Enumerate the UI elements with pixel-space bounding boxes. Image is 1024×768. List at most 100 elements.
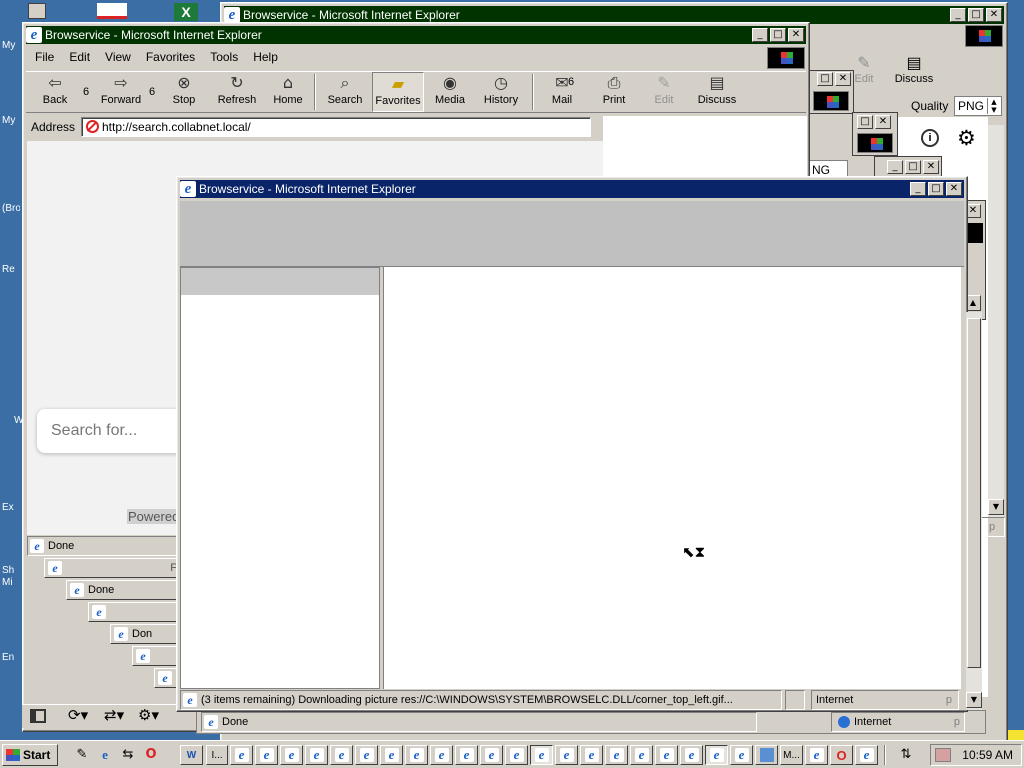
- gear-icon[interactable]: ⚙: [957, 126, 976, 150]
- close-button[interactable]: ✕: [923, 160, 939, 174]
- menu-edit[interactable]: Edit: [69, 50, 90, 64]
- task-button[interactable]: e: [380, 745, 403, 765]
- task-button-ie[interactable]: I...: [206, 745, 228, 765]
- cascade-window[interactable]: e Done: [66, 580, 184, 600]
- minimize-button[interactable]: _: [910, 182, 926, 196]
- back-history-count[interactable]: 6: [83, 86, 89, 98]
- favorites-button[interactable]: ▰ Favorites: [372, 72, 424, 112]
- task-button[interactable]: e: [805, 745, 828, 765]
- maximize-button[interactable]: □: [857, 115, 873, 129]
- task-button[interactable]: [755, 745, 778, 765]
- task-button[interactable]: e: [730, 745, 753, 765]
- task-button-m[interactable]: M...: [780, 745, 803, 765]
- media-button[interactable]: ◉ Media: [432, 72, 468, 112]
- vertical-scrollbar[interactable]: ▼: [966, 312, 982, 710]
- forward-button[interactable]: ⇨ Forward: [96, 72, 146, 112]
- search-button[interactable]: ⌕ Search: [324, 72, 366, 112]
- front-browser-window[interactable]: e Browservice - Microsoft Internet Explo…: [176, 176, 968, 712]
- desktop-icon-label[interactable]: Re: [2, 264, 20, 275]
- start-button[interactable]: Start: [2, 744, 58, 766]
- task-button[interactable]: e: [355, 745, 378, 765]
- tray-icon[interactable]: [935, 748, 951, 762]
- excel-icon[interactable]: X: [174, 3, 198, 21]
- show-desktop-icon[interactable]: ✎: [74, 747, 90, 763]
- desktop-icon-label[interactable]: My: [2, 40, 20, 51]
- menu-favorites[interactable]: Favorites: [146, 50, 195, 64]
- stacked-window-fragment[interactable]: □ ✕: [808, 70, 854, 114]
- settings-icon[interactable]: ⚙▾: [138, 706, 159, 724]
- stop-button[interactable]: ⊗ Stop: [168, 72, 200, 112]
- print-button[interactable]: ⎙ Print: [596, 72, 632, 112]
- cascade-window[interactable]: e F: [44, 558, 184, 578]
- main-window-titlebar[interactable]: e Browservice - Microsoft Internet Explo…: [26, 26, 806, 44]
- refresh-button[interactable]: ↻ Refresh: [214, 72, 260, 112]
- discuss-button[interactable]: ▤ Discuss: [694, 72, 740, 112]
- close-button[interactable]: ✕: [946, 182, 962, 196]
- minimize-button[interactable]: _: [887, 160, 903, 174]
- desktop-icon[interactable]: [28, 3, 46, 19]
- refresh-icon[interactable]: ⟳▾: [68, 706, 88, 724]
- discuss-toolbar-button[interactable]: ▤ Discuss: [893, 53, 935, 85]
- task-button[interactable]: e: [580, 745, 603, 765]
- task-button[interactable]: e: [480, 745, 503, 765]
- task-button[interactable]: e: [630, 745, 653, 765]
- close-button[interactable]: ✕: [788, 28, 804, 42]
- task-button[interactable]: e: [655, 745, 678, 765]
- task-button[interactable]: e: [555, 745, 578, 765]
- desktop-icon-label[interactable]: My: [2, 115, 20, 126]
- maximize-button[interactable]: □: [770, 28, 786, 42]
- menu-view[interactable]: View: [105, 50, 131, 64]
- close-button[interactable]: ✕: [986, 8, 1002, 22]
- clock[interactable]: 10:59 AM: [962, 748, 1013, 762]
- task-button-word[interactable]: W: [180, 745, 203, 765]
- desktop-icon-label[interactable]: En: [2, 652, 20, 663]
- sidebar-icon[interactable]: [30, 709, 46, 723]
- close-button[interactable]: ✕: [875, 115, 891, 129]
- info-icon[interactable]: i: [921, 129, 939, 147]
- history-button[interactable]: ◷ History: [480, 72, 522, 112]
- stacked-window-fragment[interactable]: □ ✕: [852, 112, 898, 156]
- quality-select[interactable]: PNG ▲ ▼: [954, 96, 1002, 116]
- share-icon[interactable]: ⇄▾: [104, 706, 124, 724]
- cascade-window[interactable]: e Don: [110, 624, 184, 644]
- task-button[interactable]: e: [305, 745, 328, 765]
- scroll-thumb[interactable]: [967, 318, 981, 668]
- desktop-icon[interactable]: [97, 3, 127, 19]
- scroll-down-arrow[interactable]: ▼: [966, 692, 982, 708]
- minimize-button[interactable]: _: [752, 28, 768, 42]
- desktop-icon-label[interactable]: Mi: [2, 577, 20, 588]
- ie-quicklaunch-icon[interactable]: e: [97, 747, 113, 763]
- front-window-titlebar[interactable]: e Browservice - Microsoft Internet Explo…: [180, 180, 964, 198]
- mail-button[interactable]: ✉ Mail: [544, 72, 580, 112]
- forward-history-count[interactable]: 6: [149, 86, 155, 98]
- menu-tools[interactable]: Tools: [210, 50, 238, 64]
- desktop-icon-label[interactable]: Sh: [2, 565, 20, 576]
- opera-icon[interactable]: O: [143, 747, 159, 763]
- task-button[interactable]: e: [255, 745, 278, 765]
- maximize-button[interactable]: □: [817, 72, 833, 86]
- task-button-active[interactable]: e: [530, 745, 553, 765]
- home-button[interactable]: ⌂ Home: [270, 72, 306, 112]
- search-box[interactable]: Search for...: [37, 409, 197, 453]
- desktop-icon-label[interactable]: Ex: [2, 502, 20, 513]
- address-field[interactable]: http://search.collabnet.local/: [81, 117, 591, 137]
- mail-dropdown-count[interactable]: 6: [568, 76, 574, 88]
- media-player-icon[interactable]: ⇆: [120, 747, 136, 763]
- scroll-down-arrow[interactable]: ▼: [988, 499, 1004, 515]
- task-button[interactable]: e: [330, 745, 353, 765]
- task-button[interactable]: e: [505, 745, 528, 765]
- vertical-scrollbar[interactable]: ▼: [988, 125, 1004, 517]
- task-button[interactable]: e: [405, 745, 428, 765]
- maximize-button[interactable]: □: [928, 182, 944, 196]
- maximize-button[interactable]: □: [968, 8, 984, 22]
- task-button[interactable]: e: [605, 745, 628, 765]
- minimize-button[interactable]: _: [950, 8, 966, 22]
- menu-help[interactable]: Help: [253, 50, 278, 64]
- task-button[interactable]: e: [855, 745, 878, 765]
- network-icon[interactable]: ⇅: [898, 747, 914, 763]
- task-button-opera[interactable]: O: [830, 745, 853, 765]
- task-button[interactable]: e: [280, 745, 303, 765]
- cascade-window[interactable]: e: [88, 602, 184, 622]
- task-button[interactable]: e: [680, 745, 703, 765]
- maximize-button[interactable]: □: [905, 160, 921, 174]
